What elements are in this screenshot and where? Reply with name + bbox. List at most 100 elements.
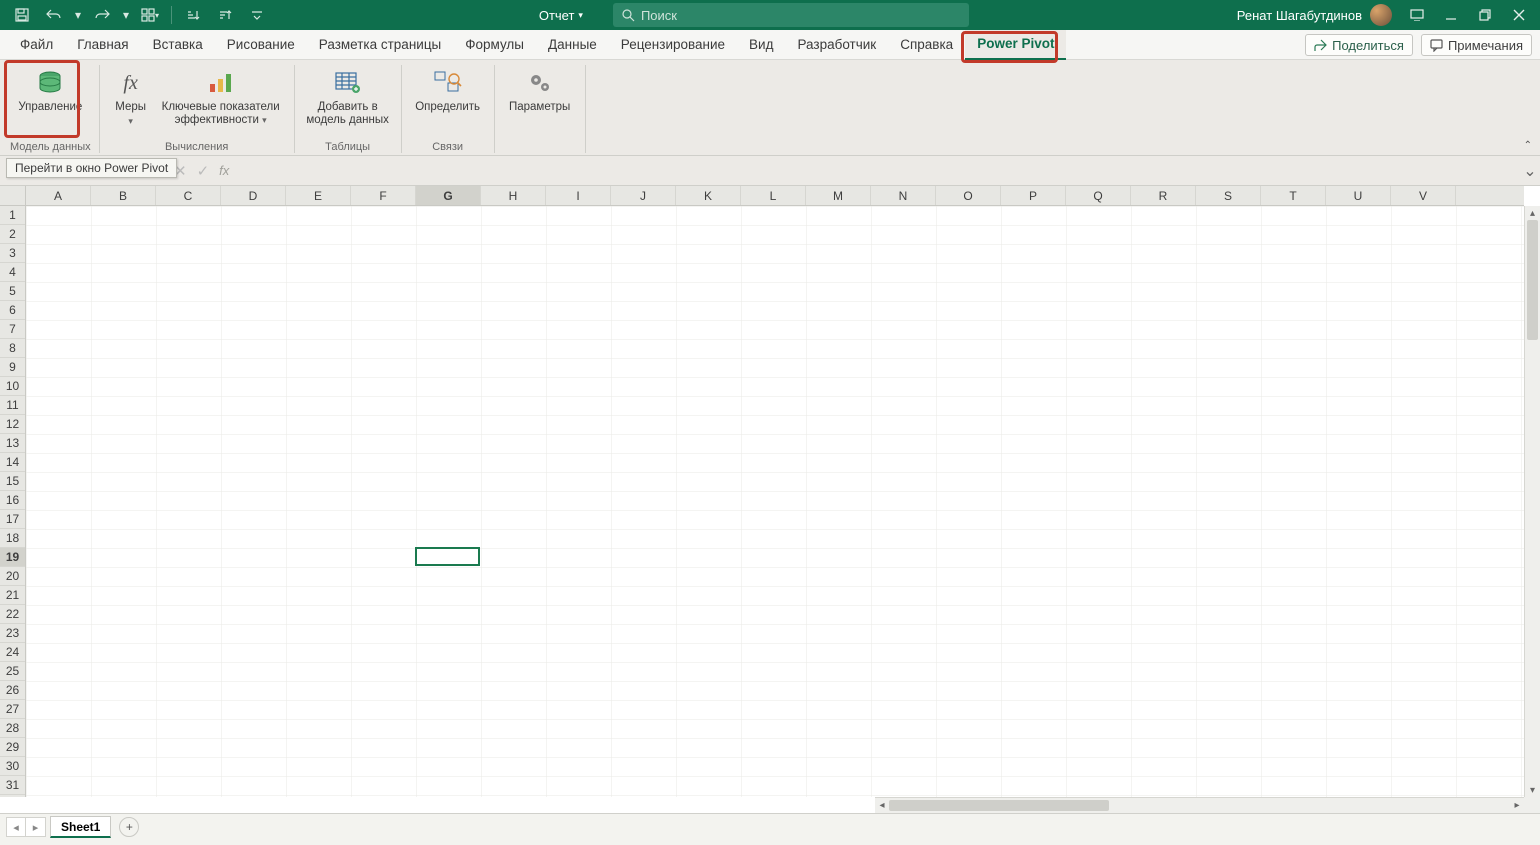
tab-page-layout[interactable]: Разметка страницы (307, 30, 453, 60)
kpi-button[interactable]: Ключевые показатели эффективности ▾ (156, 63, 286, 137)
column-header[interactable]: U (1326, 186, 1391, 205)
row-header[interactable]: 21 (0, 586, 25, 605)
row-header[interactable]: 4 (0, 263, 25, 282)
tab-help[interactable]: Справка (888, 30, 965, 60)
manage-button[interactable]: Управление (12, 63, 88, 137)
row-header[interactable]: 19 (0, 548, 25, 567)
row-header[interactable]: 18 (0, 529, 25, 548)
sort-desc-icon[interactable] (211, 1, 239, 29)
row-header[interactable]: 13 (0, 434, 25, 453)
sheet-nav-next[interactable]: ▸ (26, 817, 46, 837)
vertical-scrollbar[interactable]: ▴ ▾ (1524, 206, 1540, 797)
column-header[interactable]: N (871, 186, 936, 205)
scroll-down-icon[interactable]: ▾ (1525, 783, 1540, 797)
redo-icon[interactable] (88, 1, 116, 29)
horizontal-scrollbar[interactable]: ◂ ▸ (875, 797, 1524, 813)
tab-file[interactable]: Файл (8, 30, 65, 60)
row-header[interactable]: 2 (0, 225, 25, 244)
search-box[interactable] (613, 3, 969, 27)
column-header[interactable]: S (1196, 186, 1261, 205)
tab-power-pivot[interactable]: Power Pivot (965, 30, 1066, 60)
tab-view[interactable]: Вид (737, 30, 785, 60)
row-header[interactable]: 22 (0, 605, 25, 624)
sheet-tab-1[interactable]: Sheet1 (50, 816, 111, 838)
row-header[interactable]: 6 (0, 301, 25, 320)
row-header[interactable]: 5 (0, 282, 25, 301)
row-header[interactable]: 30 (0, 757, 25, 776)
cells-area[interactable] (26, 206, 1524, 797)
minimize-icon[interactable] (1436, 1, 1466, 29)
avatar[interactable] (1370, 4, 1392, 26)
row-header[interactable]: 14 (0, 453, 25, 472)
active-cell[interactable] (415, 547, 480, 566)
column-header[interactable]: V (1391, 186, 1456, 205)
row-header[interactable]: 15 (0, 472, 25, 491)
settings-button[interactable]: Параметры (503, 63, 577, 137)
row-header[interactable]: 28 (0, 719, 25, 738)
column-header[interactable]: D (221, 186, 286, 205)
detect-button[interactable]: Определить (410, 63, 486, 137)
measures-button[interactable]: fx Меры ▾ (108, 63, 154, 137)
row-header[interactable]: 12 (0, 415, 25, 434)
sheet-nav-prev[interactable]: ◂ (6, 817, 26, 837)
row-headers[interactable]: 1234567891011121314151617181920212223242… (0, 206, 26, 797)
column-header[interactable]: G (416, 186, 481, 205)
row-header[interactable]: 8 (0, 339, 25, 358)
column-header[interactable]: M (806, 186, 871, 205)
select-all-corner[interactable] (0, 186, 26, 206)
document-title[interactable]: Отчет ▾ (539, 8, 583, 23)
row-header[interactable]: 20 (0, 567, 25, 586)
touch-mode-icon[interactable]: ▾ (136, 1, 164, 29)
row-header[interactable]: 25 (0, 662, 25, 681)
add-sheet-button[interactable]: + (119, 817, 139, 837)
save-icon[interactable] (8, 1, 36, 29)
row-header[interactable]: 7 (0, 320, 25, 339)
row-header[interactable]: 24 (0, 643, 25, 662)
row-header[interactable]: 10 (0, 377, 25, 396)
row-header[interactable]: 11 (0, 396, 25, 415)
row-header[interactable]: 31 (0, 776, 25, 795)
column-header[interactable]: I (546, 186, 611, 205)
user-name[interactable]: Ренат Шагабутдинов (1237, 8, 1362, 23)
scroll-left-icon[interactable]: ◂ (875, 798, 889, 813)
tab-insert[interactable]: Вставка (141, 30, 215, 60)
vscroll-thumb[interactable] (1527, 220, 1538, 340)
row-header[interactable]: 16 (0, 491, 25, 510)
row-header[interactable]: 9 (0, 358, 25, 377)
row-header[interactable]: 29 (0, 738, 25, 757)
expand-formula-icon[interactable]: ⌄ (1520, 161, 1540, 181)
row-header[interactable]: 26 (0, 681, 25, 700)
undo-icon[interactable] (40, 1, 68, 29)
tab-draw[interactable]: Рисование (215, 30, 307, 60)
tab-data[interactable]: Данные (536, 30, 609, 60)
column-header[interactable]: C (156, 186, 221, 205)
column-header[interactable]: A (26, 186, 91, 205)
column-header[interactable]: R (1131, 186, 1196, 205)
column-header[interactable]: T (1261, 186, 1326, 205)
fx-icon[interactable]: fx (219, 163, 229, 178)
column-header[interactable]: H (481, 186, 546, 205)
tab-developer[interactable]: Разработчик (785, 30, 888, 60)
comments-button[interactable]: Примечания (1421, 34, 1532, 56)
scroll-right-icon[interactable]: ▸ (1510, 798, 1524, 813)
tab-home[interactable]: Главная (65, 30, 140, 60)
row-header[interactable]: 3 (0, 244, 25, 263)
tab-formulas[interactable]: Формулы (453, 30, 536, 60)
scroll-up-icon[interactable]: ▴ (1525, 206, 1540, 220)
column-header[interactable]: B (91, 186, 156, 205)
qat-customize-icon[interactable] (243, 1, 271, 29)
row-header[interactable]: 17 (0, 510, 25, 529)
row-header[interactable]: 27 (0, 700, 25, 719)
column-header[interactable]: E (286, 186, 351, 205)
column-header[interactable]: P (1001, 186, 1066, 205)
row-header[interactable]: 23 (0, 624, 25, 643)
column-headers[interactable]: ABCDEFGHIJKLMNOPQRSTUV (26, 186, 1524, 206)
hscroll-thumb[interactable] (889, 800, 1109, 811)
column-header[interactable]: Q (1066, 186, 1131, 205)
tab-review[interactable]: Рецензирование (609, 30, 737, 60)
share-button[interactable]: Поделиться (1305, 34, 1413, 56)
chevron-down-icon[interactable]: ▾ (120, 1, 132, 29)
column-header[interactable]: F (351, 186, 416, 205)
ribbon-display-icon[interactable] (1402, 1, 1432, 29)
sort-asc-icon[interactable] (179, 1, 207, 29)
